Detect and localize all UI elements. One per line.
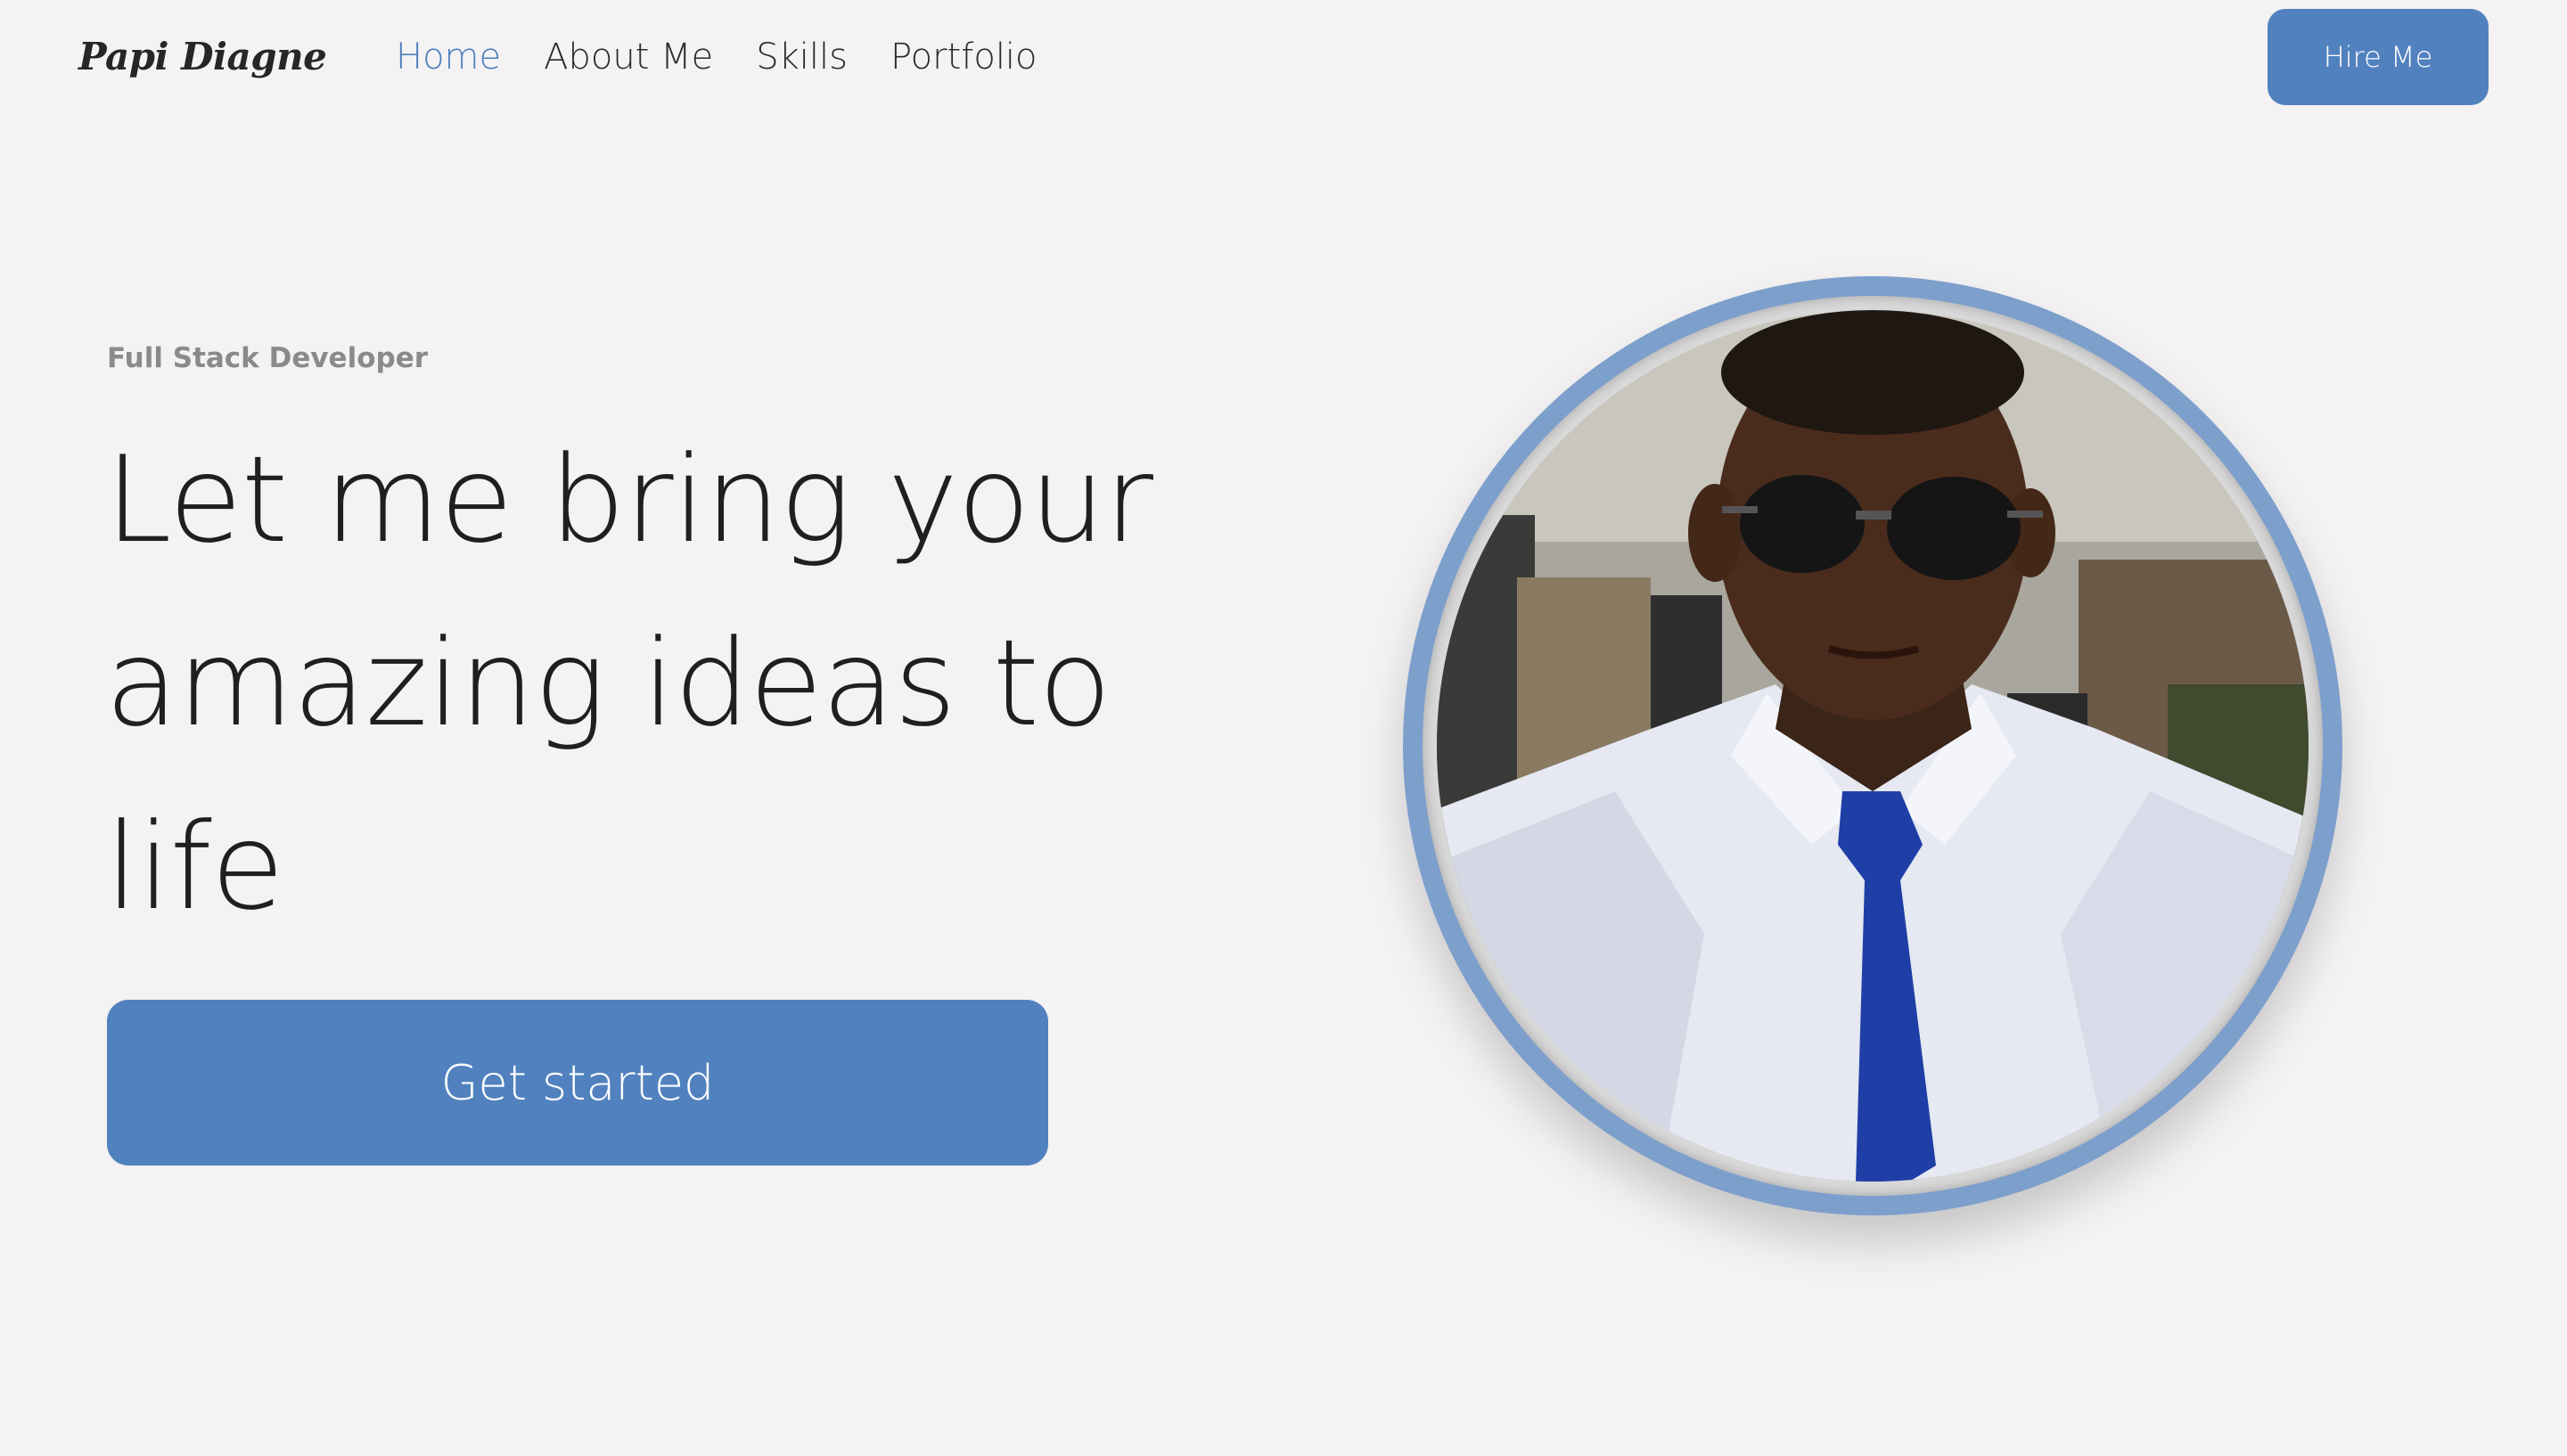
hero-subtitle: Full Stack Developer (107, 342, 429, 374)
hero-headline: Let me bring your amazing ideas to life (105, 430, 1153, 937)
hire-me-button[interactable]: Hire Me (2268, 9, 2489, 105)
nav-link-skills[interactable]: Skills (756, 32, 848, 82)
nav-link-home[interactable]: Home (396, 32, 501, 82)
get-started-button[interactable]: Get started (107, 1000, 1048, 1166)
profile-photo-ring (1423, 296, 2323, 1196)
site-logo[interactable]: Papi Diagne (78, 32, 327, 82)
profile-photo-illustration (1437, 310, 2309, 1182)
profile-photo (1437, 310, 2309, 1182)
navbar: Papi Diagne Home About Me Skills Portfol… (0, 0, 2567, 116)
profile-photo-frame (1403, 276, 2342, 1215)
nav-links: Home About Me Skills Portfolio (396, 32, 1037, 82)
nav-link-portfolio[interactable]: Portfolio (890, 32, 1037, 82)
nav-link-about-me[interactable]: About Me (544, 32, 713, 82)
